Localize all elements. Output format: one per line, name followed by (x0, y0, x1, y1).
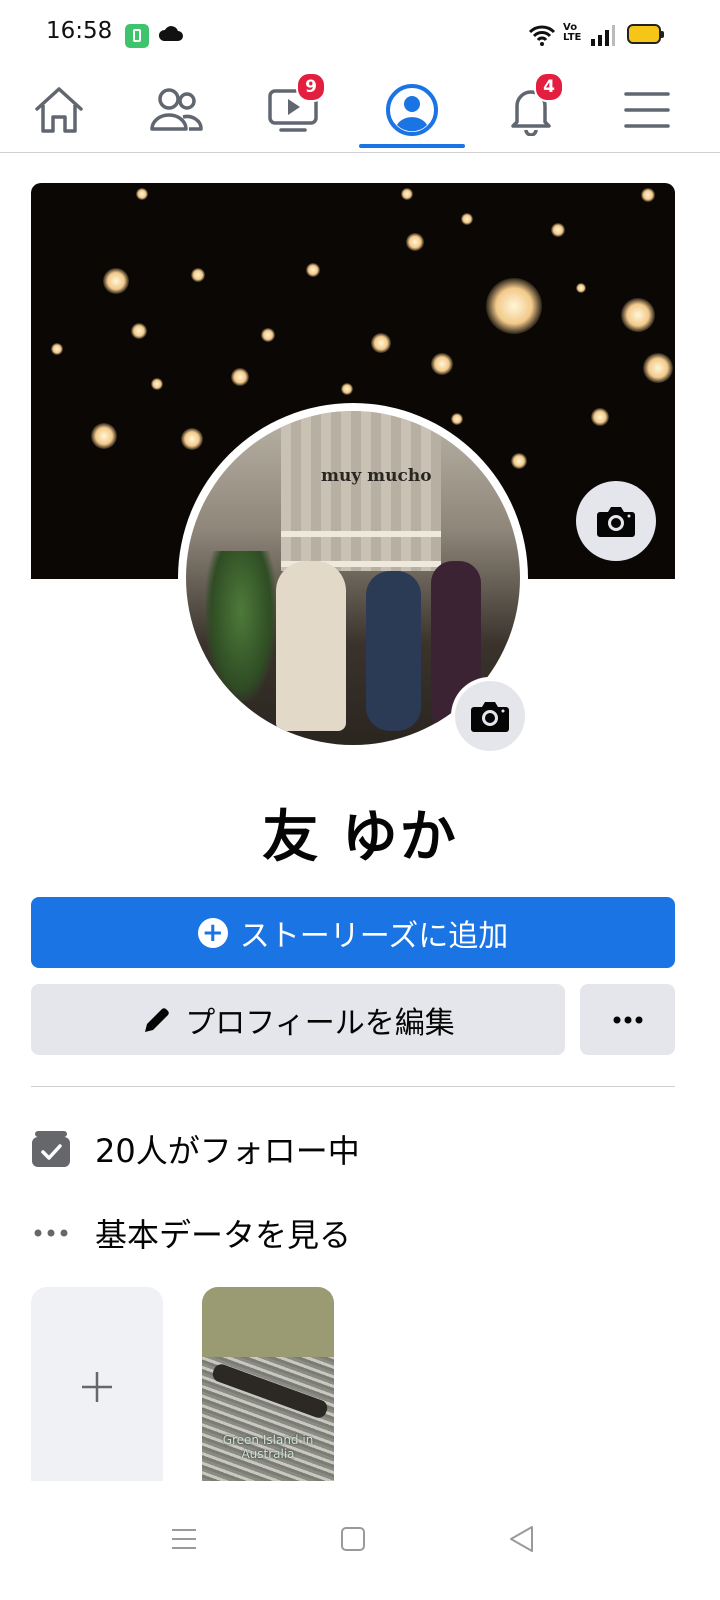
tab-home[interactable] (6, 68, 112, 152)
add-to-story-button[interactable]: + ストーリーズに追加 (31, 897, 675, 968)
recent-apps-button[interactable] (164, 1519, 204, 1559)
active-tab-indicator (359, 144, 465, 148)
watch-badge: 9 (296, 72, 326, 102)
see-about-text: 基本データを見る (95, 1216, 352, 1254)
tab-notifications[interactable]: 4 (478, 68, 584, 152)
following-row[interactable]: 20人がフォロー中 (31, 1124, 360, 1174)
edit-profile-button[interactable]: プロフィールを編集 (31, 984, 565, 1055)
battery-icon (627, 24, 664, 44)
plus-circle-icon: + (197, 917, 228, 948)
add-story-card[interactable] (31, 1287, 163, 1487)
status-time: 16:58 (46, 18, 113, 44)
more-dots-icon (613, 1016, 642, 1023)
tab-watch[interactable]: 9 (240, 68, 346, 152)
camera-icon (471, 702, 509, 732)
wifi-icon (528, 25, 556, 46)
add-to-story-label: ストーリーズに追加 (239, 918, 509, 954)
check-box-icon (31, 1129, 71, 1169)
plus-icon (82, 1372, 112, 1402)
menu-lines-icon (172, 1529, 196, 1549)
profile-name: 友 ゆか (262, 805, 458, 870)
signal-icon (591, 25, 615, 46)
home-icon (35, 87, 83, 133)
story-caption: Green Island in Australia (222, 1433, 314, 1461)
following-text: 20人がフォロー中 (95, 1132, 360, 1170)
top-tab-bar: 9 4 (0, 68, 720, 153)
tab-menu[interactable] (594, 68, 700, 152)
status-bar: 16:58 Vo LTE (0, 0, 720, 68)
menu-icon (624, 92, 670, 128)
tab-profile[interactable] (359, 68, 465, 152)
edit-avatar-camera-button[interactable] (451, 677, 529, 755)
see-about-row[interactable]: 基本データを見る (31, 1208, 351, 1258)
pencil-icon (145, 1007, 170, 1032)
system-nav-bar (0, 1481, 720, 1600)
back-triangle-icon (510, 1526, 533, 1552)
section-divider (31, 1086, 675, 1087)
more-dots-icon (31, 1213, 71, 1253)
story-card[interactable]: Green Island in Australia (202, 1287, 334, 1487)
battery-saver-icon (125, 24, 149, 48)
home-nav-button[interactable] (333, 1519, 373, 1559)
friends-icon (150, 88, 203, 131)
more-options-button[interactable] (580, 984, 675, 1055)
edit-profile-label: プロフィールを編集 (185, 1005, 455, 1041)
avatar-sign-text: muy mucho (321, 466, 432, 486)
tab-friends[interactable] (123, 68, 229, 152)
cloud-icon (158, 26, 183, 41)
notifications-badge: 4 (534, 72, 564, 102)
square-icon (341, 1527, 365, 1551)
volte-icon: Vo LTE (563, 22, 582, 43)
camera-icon (597, 507, 635, 537)
back-nav-button[interactable] (501, 1519, 541, 1559)
edit-cover-camera-button[interactable] (576, 481, 656, 561)
profile-icon (386, 84, 438, 136)
